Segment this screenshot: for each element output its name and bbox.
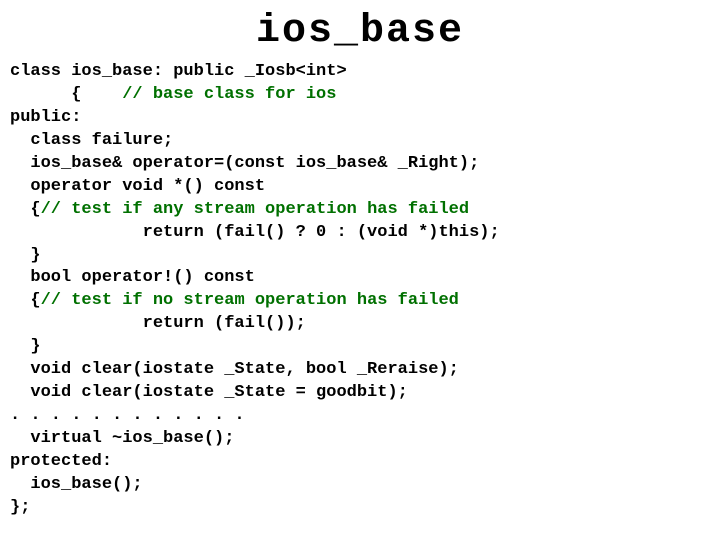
code-line: public: xyxy=(10,108,81,127)
code-line: return (fail() ? 0 : (void *)this); xyxy=(10,223,500,242)
code-line: void clear(iostate _State, bool _Reraise… xyxy=(10,360,459,379)
code-line: operator void *() const xyxy=(10,177,265,196)
code-line: { xyxy=(10,291,41,310)
code-line: bool operator!() const xyxy=(10,268,255,287)
code-line: void clear(iostate _State = goodbit); xyxy=(10,383,408,402)
code-line: } xyxy=(10,337,41,356)
code-line: ios_base& operator=(const ios_base& _Rig… xyxy=(10,154,479,173)
code-line: class failure; xyxy=(10,131,173,150)
code-line: protected: xyxy=(10,452,112,471)
code-line: { xyxy=(10,200,41,219)
code-block: class ios_base: public _Iosb<int> { // b… xyxy=(10,61,710,520)
page-title: ios_base xyxy=(10,5,710,59)
code-line: virtual ~ios_base(); xyxy=(10,429,234,448)
code-line: ios_base(); xyxy=(10,475,143,494)
code-line: . . . . . . . . . . . . xyxy=(10,406,245,425)
code-line: class ios_base: public _Iosb<int> xyxy=(10,62,347,81)
code-line: } xyxy=(10,246,41,265)
code-line: return (fail()); xyxy=(10,314,306,333)
code-line: }; xyxy=(10,498,30,517)
code-line: { xyxy=(10,85,122,104)
code-comment: // base class for ios xyxy=(122,85,336,104)
code-comment: // test if any stream operation has fail… xyxy=(41,200,469,219)
code-comment: // test if no stream operation has faile… xyxy=(41,291,459,310)
